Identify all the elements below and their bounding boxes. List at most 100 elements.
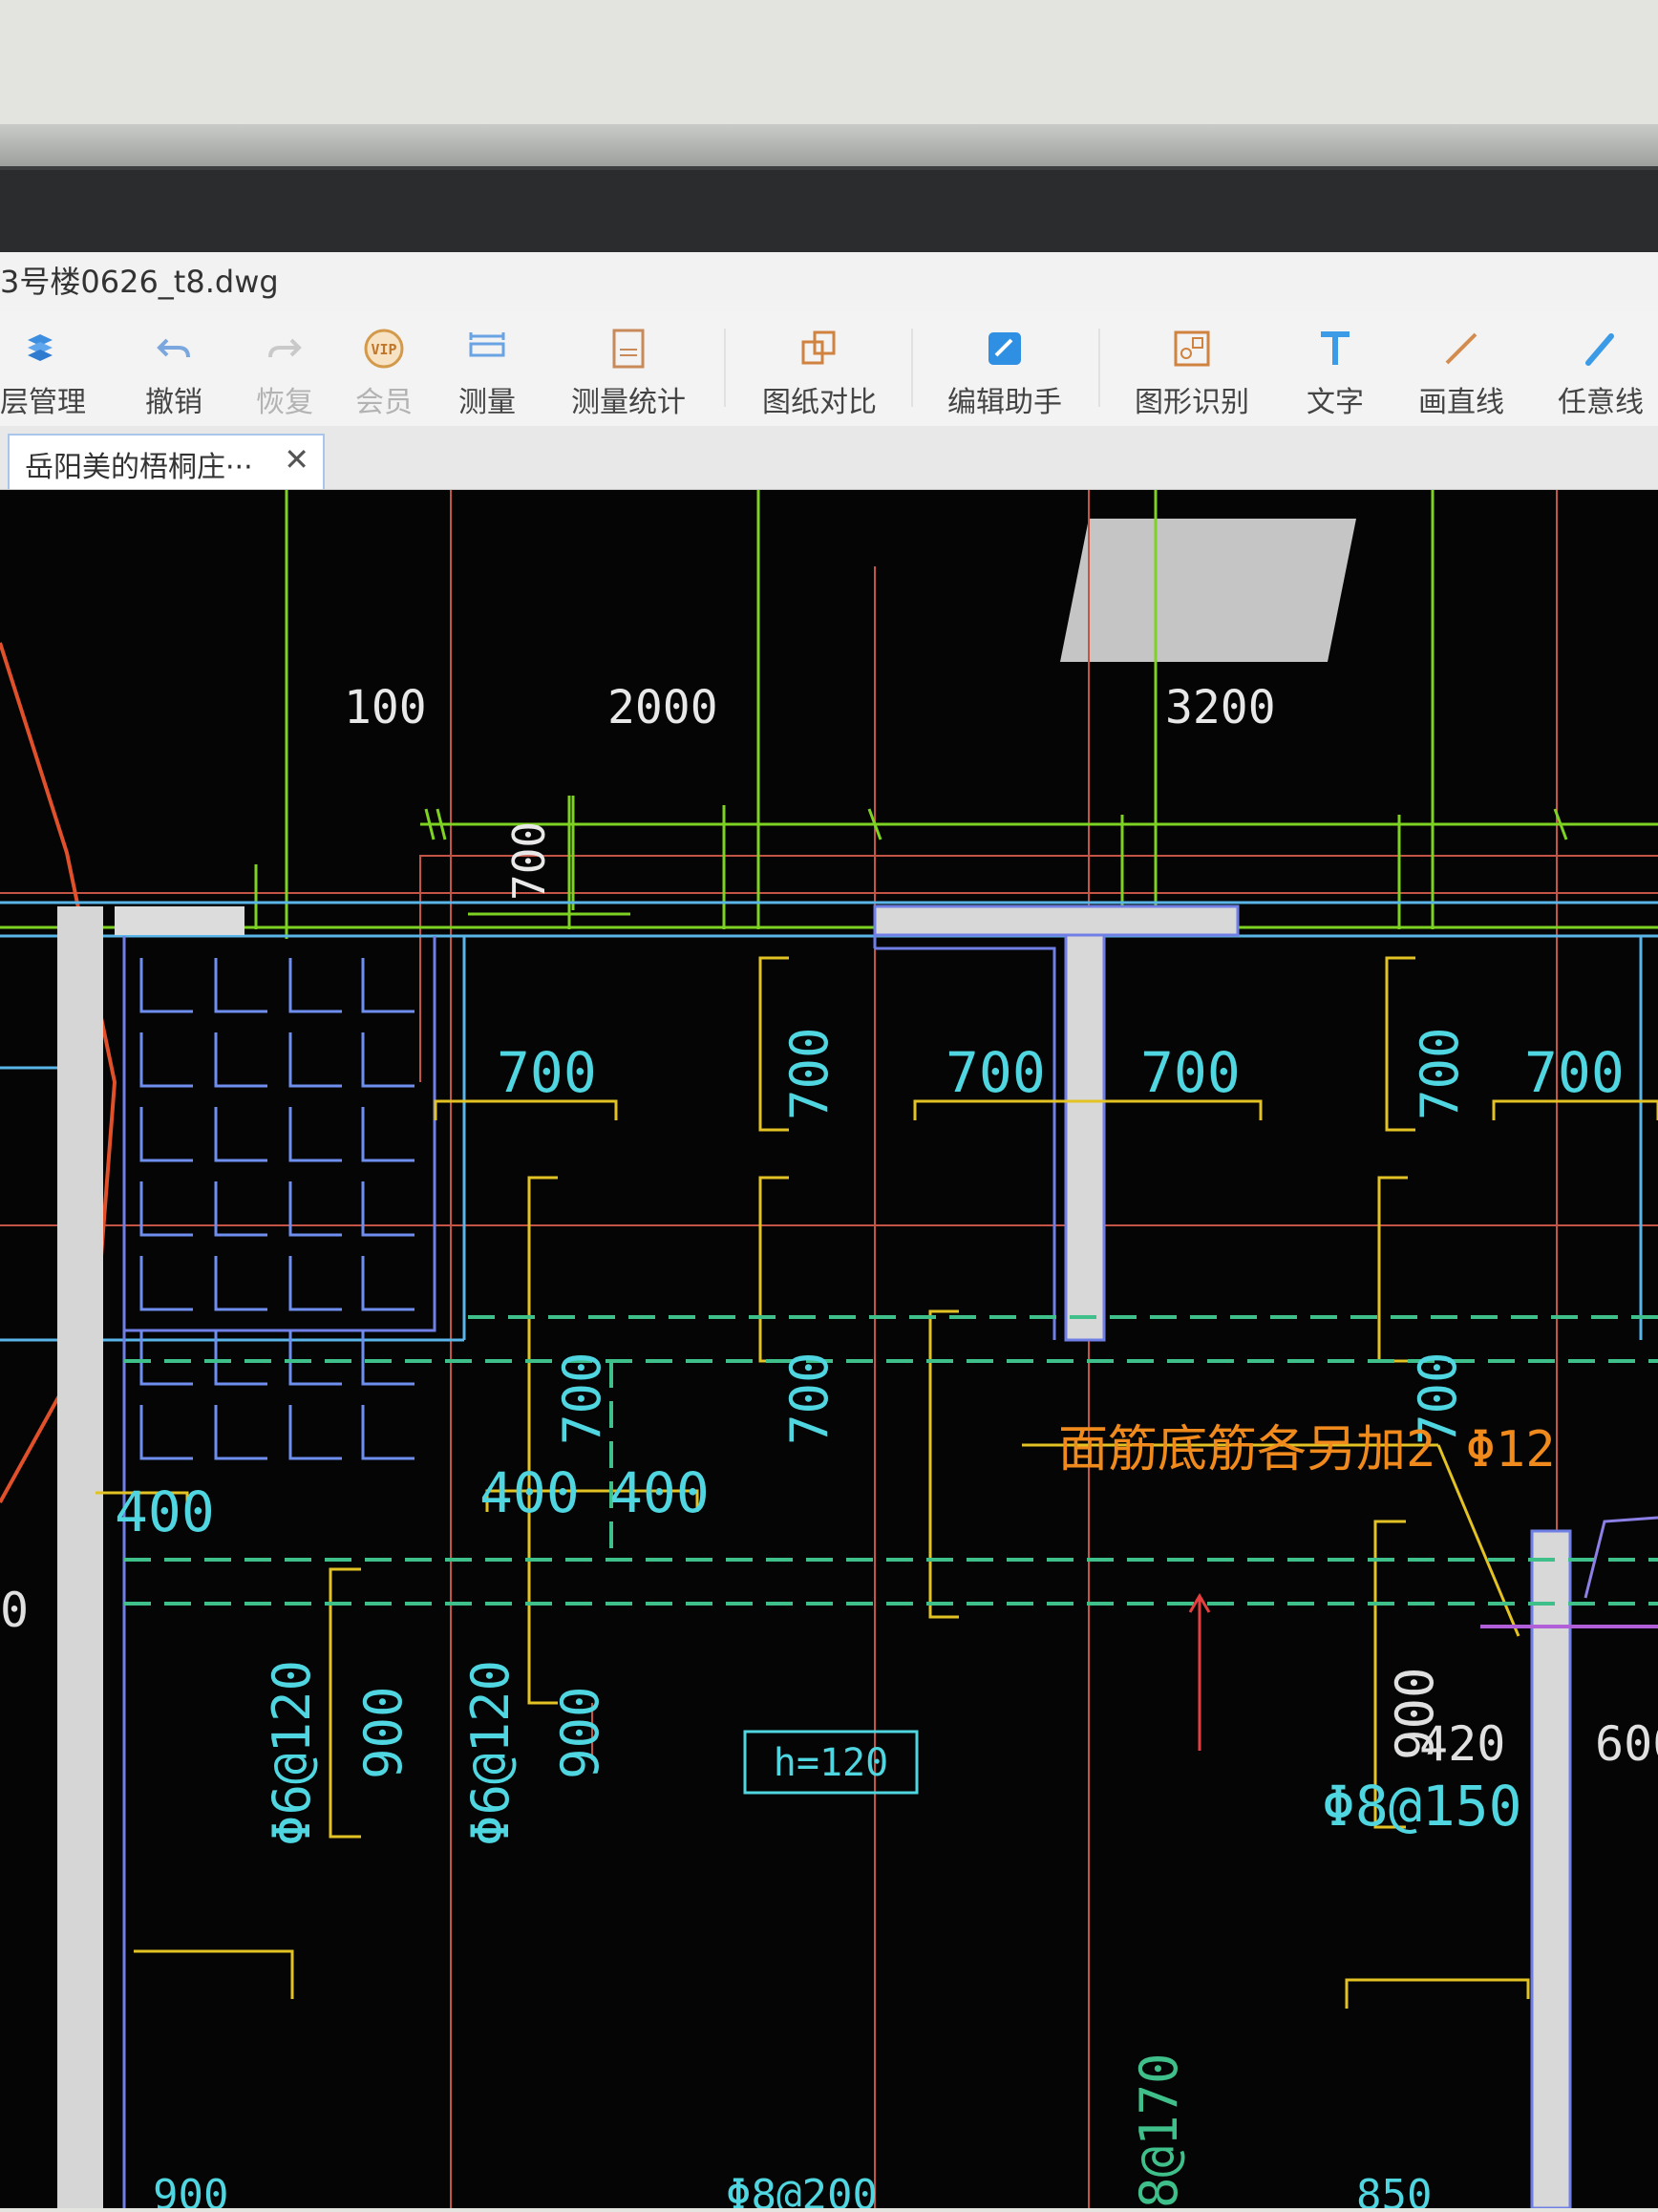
dimension-lines	[0, 490, 1658, 939]
redo-label: 恢复	[256, 386, 313, 419]
rebar-phi8-200: Φ8@200	[726, 2171, 878, 2208]
wall-column	[57, 906, 103, 2208]
dim-900-bottom: 900	[153, 2171, 228, 2208]
drawing-canvas[interactable]: h=120 100 2000 3200 700 700 700 700 700 …	[0, 490, 1658, 2212]
layer-manager-label: 层管理	[0, 386, 86, 419]
rebar-l-mark	[214, 1256, 267, 1311]
layer-manager-button[interactable]: 层管理	[0, 311, 86, 426]
rebar-note: 面筋底筋各另加2 Φ12	[1058, 1421, 1556, 1478]
rebar-l-mark	[139, 1181, 193, 1237]
document-tab-bar: 岳阳美的梧桐庄··· ✕	[0, 426, 1658, 490]
dim-900-rot: 900	[353, 1686, 414, 1779]
rebar-l-mark	[214, 1032, 267, 1088]
dim-700: 700	[1140, 1040, 1241, 1105]
dim-700-rot: 700	[552, 1351, 612, 1445]
rebar-l-mark	[361, 1256, 414, 1311]
wall-column-right	[1530, 1529, 1572, 2210]
rebar-phi8-150: Φ8@150	[1322, 1774, 1522, 1839]
dim-900-rot: 900	[550, 1686, 610, 1779]
rebar-l-mark	[288, 958, 342, 1013]
vip-label: 会员	[355, 386, 413, 419]
dim-850-bottom: 850	[1356, 2171, 1432, 2208]
rebar-l-mark	[361, 1181, 414, 1237]
toolbar: 层管理 撤销 恢复 VIP 会员 测量 测量统计 图纸对比 编辑助手 图形识别 …	[0, 311, 1658, 427]
freehand-line-button[interactable]: 任意线	[1553, 311, 1648, 426]
toolbar-separator	[724, 329, 726, 407]
shape-recognition-icon	[1174, 330, 1210, 367]
vip-button[interactable]: VIP 会员	[346, 311, 422, 426]
document-tab[interactable]: 岳阳美的梧桐庄··· ✕	[8, 434, 325, 489]
line-icon	[1445, 332, 1477, 365]
freehand-line-label: 任意线	[1558, 386, 1644, 419]
measure-button[interactable]: 测量	[449, 311, 525, 426]
rebar-phi6-120: Φ6@120	[262, 1660, 322, 1846]
dim-700-rot: 700	[779, 1027, 840, 1120]
measure-stats-label: 测量统计	[571, 386, 686, 419]
monitor-top-shadow	[0, 124, 1658, 166]
monitor-bezel	[0, 166, 1658, 256]
rebar-phi6-120: Φ6@120	[460, 1660, 521, 1846]
rebar-l-mark	[214, 958, 267, 1013]
compare-icon	[801, 330, 836, 365]
cyan-dimension-texts: 700 700 700 700 400 400 400 420 600 Φ8@1…	[0, 1040, 1658, 2212]
undo-label: 撤销	[145, 386, 202, 419]
top-dimension-texts: 100 2000 3200	[344, 681, 1276, 734]
rebar-l-mark	[288, 1181, 342, 1237]
rebar-l-mark	[288, 1107, 342, 1162]
text-tool-label: 文字	[1307, 386, 1364, 419]
shape-recognition-button[interactable]: 图形识别	[1127, 311, 1257, 426]
rebar-l-mark	[288, 1032, 342, 1088]
rebar-l-mark	[139, 958, 193, 1013]
redo-icon	[268, 338, 302, 358]
draw-line-button[interactable]: 画直线	[1414, 311, 1509, 426]
dim-700: 700	[946, 1040, 1046, 1105]
close-icon[interactable]: ✕	[284, 441, 309, 478]
rebar-l-mark	[214, 1405, 267, 1460]
rotated-dimension-texts: 700 700 700 700 700 900 900 900 Φ6@120 Φ…	[262, 1027, 1470, 2208]
dim-700-vertical-top: 700	[503, 821, 555, 901]
rebar-l-mark	[139, 1405, 193, 1460]
edit-assistant-icon	[988, 332, 1021, 365]
dim-700: 700	[1524, 1040, 1625, 1105]
rebar-grid	[139, 958, 414, 1460]
rebar-l-mark	[139, 1256, 193, 1311]
rebar-l-mark	[288, 1405, 342, 1460]
slab-thickness-label: h=120	[774, 1741, 888, 1785]
measure-stats-button[interactable]: 测量统计	[563, 311, 693, 426]
screen-glare	[1060, 519, 1356, 662]
rebar-l-mark	[139, 1330, 193, 1386]
rebar-8-170: 8@170	[1129, 2052, 1189, 2208]
rebar-l-mark	[288, 1256, 342, 1311]
toolbar-separator	[911, 329, 913, 407]
dim-700: 700	[497, 1040, 597, 1105]
shape-recognition-label: 图形识别	[1135, 386, 1249, 419]
rebar-l-mark	[139, 1032, 193, 1088]
rebar-l-mark	[361, 1107, 414, 1162]
dim-400: 400	[479, 1460, 580, 1525]
freehand-icon	[1585, 333, 1614, 366]
rebar-l-mark	[288, 1330, 342, 1386]
dim-0-left: 0	[0, 1583, 29, 1638]
wall-segment	[115, 906, 244, 935]
compare-drawings-button[interactable]: 图纸对比	[755, 311, 884, 426]
compare-drawings-label: 图纸对比	[762, 386, 877, 419]
title-bar: 3号楼0626_t8.dwg	[0, 252, 1658, 311]
cad-drawing: h=120 100 2000 3200 700 700 700 700 700 …	[0, 490, 1658, 2212]
layers-icon	[28, 334, 53, 361]
t-wall-web	[1064, 933, 1106, 1342]
background-wall	[0, 0, 1658, 124]
rebar-l-mark	[361, 1330, 414, 1386]
rebar-l-mark	[361, 1032, 414, 1088]
text-icon	[1321, 331, 1350, 365]
rebar-l-mark	[361, 958, 414, 1013]
redo-button[interactable]: 恢复	[246, 311, 323, 426]
t-wall-flange	[873, 904, 1240, 937]
edit-assistant-label: 编辑助手	[947, 386, 1062, 419]
rebar-l-mark	[214, 1107, 267, 1162]
edit-assistant-button[interactable]: 编辑助手	[940, 311, 1070, 426]
dim-100: 100	[344, 681, 427, 734]
dim-2000: 2000	[607, 681, 718, 734]
undo-button[interactable]: 撤销	[136, 311, 212, 426]
cad-viewer-window: 3号楼0626_t8.dwg 层管理 撤销 恢复 VIP 会员 测量 测量统计 …	[0, 252, 1658, 2212]
text-tool-button[interactable]: 文字	[1297, 311, 1373, 426]
